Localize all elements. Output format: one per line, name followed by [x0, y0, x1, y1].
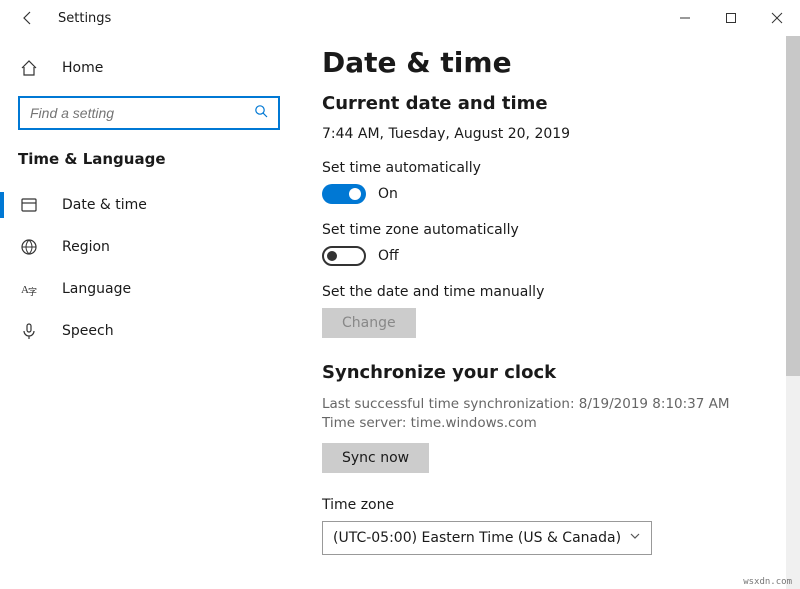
sync-server-text: Time server: time.windows.com	[322, 414, 754, 433]
sidebar-item-label: Language	[62, 281, 131, 297]
auto-tz-state: Off	[378, 248, 399, 264]
search-icon	[254, 104, 268, 122]
current-datetime-heading: Current date and time	[322, 93, 754, 114]
manual-label: Set the date and time manually	[322, 284, 754, 300]
auto-time-state: On	[378, 186, 398, 202]
auto-tz-label: Set time zone automatically	[322, 222, 754, 238]
microphone-icon	[20, 322, 38, 340]
change-button[interactable]: Change	[322, 308, 416, 338]
titlebar: Settings	[0, 0, 800, 36]
sidebar-home-label: Home	[62, 60, 103, 76]
search-input[interactable]	[30, 105, 254, 121]
sidebar-item-label: Region	[62, 239, 110, 255]
back-button[interactable]	[14, 4, 42, 32]
sidebar-group-title: Time & Language	[0, 144, 298, 184]
current-datetime-value: 7:44 AM, Tuesday, August 20, 2019	[322, 126, 754, 142]
chevron-down-icon	[629, 530, 641, 545]
sync-heading: Synchronize your clock	[322, 362, 754, 383]
calendar-clock-icon	[20, 196, 38, 214]
globe-icon	[20, 238, 38, 256]
timezone-label: Time zone	[322, 497, 754, 513]
auto-tz-toggle[interactable]	[322, 246, 366, 266]
maximize-button[interactable]	[708, 0, 754, 36]
scrollbar[interactable]	[786, 36, 800, 589]
search-box[interactable]	[18, 96, 280, 130]
sidebar-item-label: Speech	[62, 323, 114, 339]
page-title: Date & time	[322, 46, 754, 79]
main-content: Date & time Current date and time 7:44 A…	[298, 36, 800, 589]
auto-time-label: Set time automatically	[322, 160, 754, 176]
sync-last-text: Last successful time synchronization: 8/…	[322, 395, 754, 414]
sync-now-button[interactable]: Sync now	[322, 443, 429, 473]
auto-time-toggle[interactable]	[322, 184, 366, 204]
home-icon	[20, 59, 38, 77]
sidebar: Home Time & Language Date & time	[0, 36, 298, 589]
window-title: Settings	[58, 11, 111, 26]
sidebar-item-speech[interactable]: Speech	[0, 310, 298, 352]
timezone-dropdown[interactable]: (UTC-05:00) Eastern Time (US & Canada)	[322, 521, 652, 555]
scrollbar-thumb[interactable]	[786, 36, 800, 376]
svg-text:字: 字	[28, 286, 37, 297]
timezone-value: (UTC-05:00) Eastern Time (US & Canada)	[333, 530, 621, 546]
sidebar-item-label: Date & time	[62, 197, 147, 213]
sidebar-item-date-time[interactable]: Date & time	[0, 184, 298, 226]
minimize-button[interactable]	[662, 0, 708, 36]
watermark: wsxdn.com	[743, 577, 792, 587]
close-button[interactable]	[754, 0, 800, 36]
window-controls	[662, 0, 800, 36]
sidebar-home[interactable]: Home	[0, 48, 298, 88]
sidebar-item-region[interactable]: Region	[0, 226, 298, 268]
sidebar-item-language[interactable]: A字 Language	[0, 268, 298, 310]
language-icon: A字	[20, 280, 38, 298]
